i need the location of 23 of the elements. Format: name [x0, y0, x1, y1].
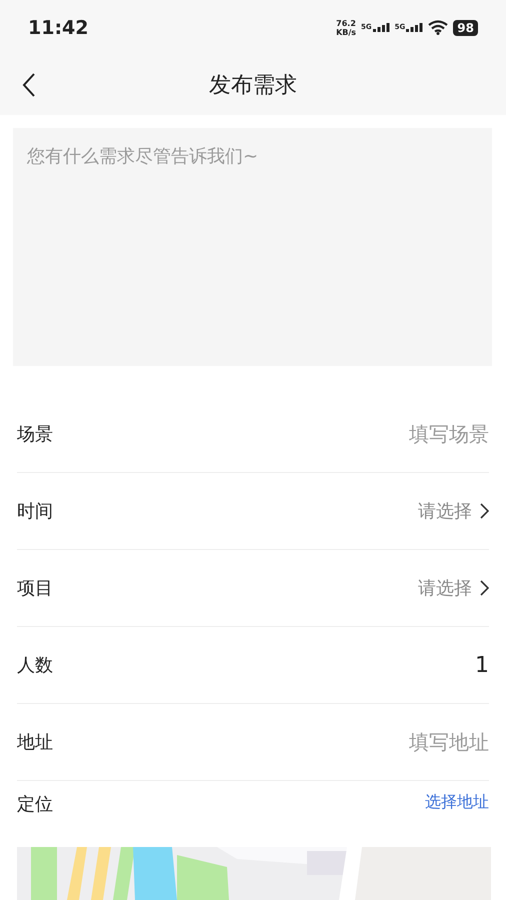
field-label: 场景 — [17, 423, 53, 446]
field-label: 地址 — [17, 731, 53, 754]
chevron-icon — [480, 503, 489, 519]
battery-indicator: 98 — [453, 20, 478, 36]
chevron-icon — [480, 580, 489, 596]
signal-icon — [372, 23, 390, 32]
signal-icon — [406, 23, 424, 32]
select-address-link[interactable]: 选择地址 — [425, 792, 489, 813]
description-field[interactable]: 您有什么需求尽管告诉我们~ — [13, 128, 492, 366]
field-value: 1 — [475, 652, 489, 678]
status-time: 11:42 — [28, 16, 88, 38]
input-field[interactable]: 填写地址 — [289, 730, 489, 754]
field-label: 时间 — [17, 500, 53, 523]
wifi-icon — [428, 20, 448, 35]
page-title: 发布需求 — [209, 72, 297, 100]
back-icon — [22, 73, 36, 97]
input-field[interactable]: 填写场景 — [289, 422, 489, 446]
field-label: 定位 — [17, 793, 53, 816]
network-speed: 76.2 KB/s — [336, 18, 356, 36]
select-button[interactable]: 请选择 — [418, 499, 489, 523]
field-label: 人数 — [17, 654, 53, 677]
field-label: 项目 — [17, 577, 53, 600]
select-button[interactable]: 请选择 — [418, 576, 489, 600]
